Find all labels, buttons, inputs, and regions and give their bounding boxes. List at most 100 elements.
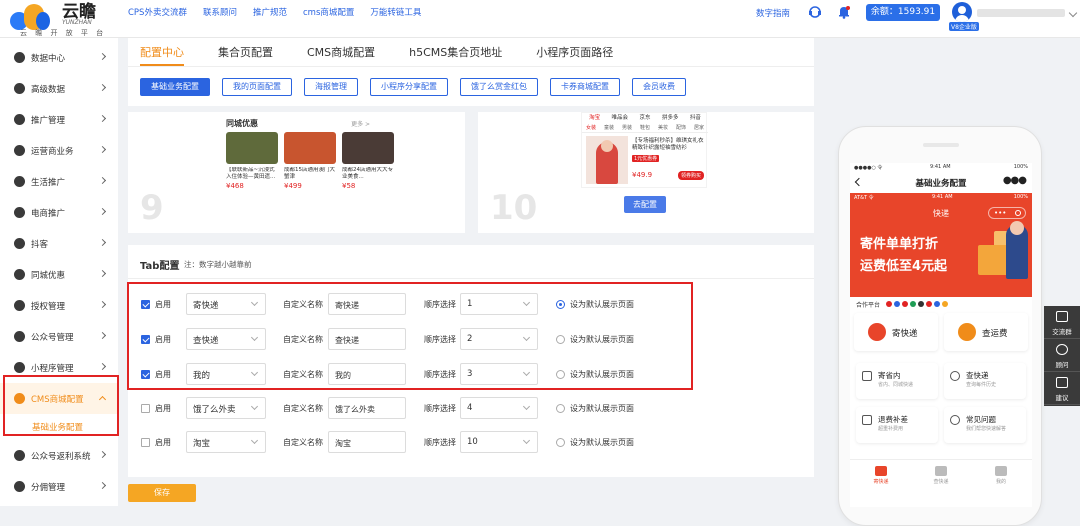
service-grid: 寄省内 省内、同城快递 查快递 查询每件历史 退费补差 超重补费用 常见问题 我们帮您快… — [850, 363, 1032, 449]
customer-service-icon[interactable] — [808, 5, 822, 19]
chevron-right-icon — [98, 83, 107, 92]
select-value: 4 — [467, 403, 473, 413]
product-image — [586, 136, 628, 184]
product-card: 【联联新品~沉浸式入住体验—黄田遗... ¥468 — [226, 132, 278, 202]
subtab-mini-share[interactable]: 小程序分享配置 — [370, 78, 448, 96]
highlight-box-sidebar — [3, 375, 119, 436]
sidebar-item-rebate[interactable]: 公众号返利系统 — [0, 440, 118, 471]
sidebar-item-authorization[interactable]: 授权管理 — [0, 290, 118, 321]
tab-mini-program-path[interactable]: 小程序页面路径 — [536, 44, 613, 64]
top-nav-link-rules[interactable]: 推广规范 — [253, 6, 287, 18]
enable-checkbox[interactable] — [141, 404, 150, 413]
input-value: 淘宝 — [335, 439, 351, 448]
default-radio[interactable] — [556, 404, 565, 413]
chevron-down-icon — [250, 436, 259, 445]
service-subtitle: 查询每件历史 — [966, 382, 997, 388]
mini-program-capsule: ••• — [988, 207, 1026, 219]
product-image — [226, 132, 278, 164]
product-card: 成都15店通用澳门大蟹津 ¥499 — [284, 132, 336, 202]
chevron-right-icon — [98, 176, 107, 185]
service-card: 查快递 查询每件历史 — [944, 363, 1026, 399]
save-button[interactable]: 保存 — [128, 484, 196, 502]
custom-name-input[interactable]: 饿了么外卖 — [328, 397, 406, 419]
subtab-eleme-redpacket[interactable]: 饿了么赏金红包 — [460, 78, 538, 96]
sidebar-item-label: 公众号返利系统 — [31, 451, 91, 462]
tab-cms-mall[interactable]: CMS商城配置 — [307, 44, 375, 64]
sidebar-item-life[interactable]: 生活推广 — [0, 166, 118, 197]
chevron-right-icon — [98, 269, 107, 278]
subtab-poster[interactable]: 海报管理 — [304, 78, 358, 96]
preview-tab: 抖音 — [689, 115, 701, 121]
chevron-down-icon — [522, 436, 531, 445]
status-bar: ●●●●○ 令 9:41 AM 100% — [850, 163, 1032, 171]
phone-tab-send: 寄快递 — [866, 466, 896, 485]
status-signal: ●●●●○ 令 — [854, 165, 883, 171]
tab-h5cms-address[interactable]: h5CMS集合页地址 — [409, 44, 502, 64]
service-select[interactable]: 淘宝 — [186, 431, 266, 453]
top-nav: CPS外卖交流群 联系顾问 推广规范 cms商城配置 万能转链工具 — [128, 0, 437, 24]
phone-speaker — [923, 143, 959, 147]
sidebar-item-carrier[interactable]: 运营商业务 — [0, 135, 118, 166]
chevron-down-icon — [522, 402, 531, 411]
subtab-my-page[interactable]: 我的页面配置 — [222, 78, 292, 96]
more-link: 更多 > — [351, 121, 370, 128]
grid-icon — [14, 114, 25, 125]
sidebar-item-commission[interactable]: 分佣管理 — [0, 471, 118, 502]
tab-config-center[interactable]: 配置中心 — [140, 44, 184, 64]
sidebar-item-ecommerce[interactable]: 电商推广 — [0, 197, 118, 228]
avatar[interactable] — [952, 2, 972, 22]
enable-checkbox[interactable] — [141, 438, 150, 447]
mall-preview: 淘宝 唯品会 京东 拼多多 抖音 女装 童装 男装 鞋包 美妆 配饰 居家 【专… — [581, 112, 708, 188]
sidebar-item-data-center[interactable]: 数据中心 — [0, 42, 118, 73]
subtab-basic-config[interactable]: 基础业务配置 — [140, 78, 210, 96]
top-nav-link-cms[interactable]: cms商城配置 — [303, 6, 354, 18]
tab-collection-page[interactable]: 集合页配置 — [218, 44, 273, 64]
bell-icon[interactable] — [837, 5, 851, 19]
sidebar-item-label: 电商推广 — [31, 208, 66, 219]
partner-logo-icon — [942, 301, 948, 307]
sidebar-item-advanced-data[interactable]: 高级数据 — [0, 73, 118, 104]
sidebar-item-promotion[interactable]: 推广管理 — [0, 104, 118, 135]
tool-group-chat[interactable]: 交流群 — [1044, 306, 1080, 339]
sidebar-item-official-account[interactable]: 公众号管理 — [0, 321, 118, 352]
section-note: 注：数字越小越靠前 — [184, 260, 252, 269]
vip-badge: V8企业版 — [949, 22, 979, 31]
top-nav-link-cps-group[interactable]: CPS外卖交流群 — [128, 6, 187, 18]
main-tabs: 配置中心 集合页配置 CMS商城配置 h5CMS集合页地址 小程序页面路径 — [140, 44, 647, 64]
banner-line-2: 运费低至4元起 — [860, 259, 948, 274]
service-subtitle: 省内、同城快递 — [878, 382, 914, 388]
service-select[interactable]: 饿了么外卖 — [186, 397, 266, 419]
phone-preview: ●●●●○ 令 9:41 AM 100% 基础业务配置 ●●● AT&T 令 9:41… — [838, 126, 1042, 526]
sidebar-item-douke[interactable]: 抖客 — [0, 228, 118, 259]
order-select[interactable]: 10 — [460, 431, 538, 453]
subtab-membership[interactable]: 会员收费 — [632, 78, 686, 96]
sidebar-item-label: 分佣管理 — [31, 482, 66, 493]
top-nav-link-converter[interactable]: 万能转链工具 — [370, 6, 421, 18]
sub-tab-buttons: 基础业务配置 我的页面配置 海报管理 小程序分享配置 饿了么赏金红包 卡券商城配… — [140, 78, 698, 96]
subtab-coupon-mall[interactable]: 卡券商城配置 — [550, 78, 620, 96]
order-select[interactable]: 4 — [460, 397, 538, 419]
music-icon — [14, 238, 25, 249]
user-icon — [14, 362, 25, 373]
default-radio[interactable] — [556, 438, 565, 447]
tool-consultant[interactable]: 顾问 — [1044, 339, 1080, 372]
top-nav-link-contact[interactable]: 联系顾问 — [203, 6, 237, 18]
chevron-down-icon[interactable] — [1068, 8, 1078, 18]
send-express-button: 寄快递 — [854, 313, 938, 351]
go-config-button[interactable]: 去配置 — [624, 196, 666, 213]
brand-logo[interactable]: 云瞻 YUNZHAN 云 瞻 开 放 平 台 — [6, 2, 103, 37]
share-icon — [14, 481, 25, 492]
fee-icon — [958, 323, 976, 341]
chevron-right-icon — [98, 114, 107, 123]
custom-name-input[interactable]: 淘宝 — [328, 431, 406, 453]
service-card: 寄省内 省内、同城快递 — [856, 363, 938, 399]
chart-icon — [14, 52, 25, 63]
account-name-blurred[interactable] — [977, 9, 1065, 17]
sidebar-item-local-deals[interactable]: 同城优惠 — [0, 259, 118, 290]
chevron-right-icon — [98, 52, 107, 61]
tool-feedback[interactable]: 建议 — [1044, 372, 1080, 405]
send-express-icon — [868, 323, 886, 341]
balance-badge[interactable]: 余额：1593.91 — [866, 4, 940, 21]
guide-link[interactable]: 数字指南 — [756, 7, 790, 19]
chevron-right-icon — [98, 207, 107, 216]
